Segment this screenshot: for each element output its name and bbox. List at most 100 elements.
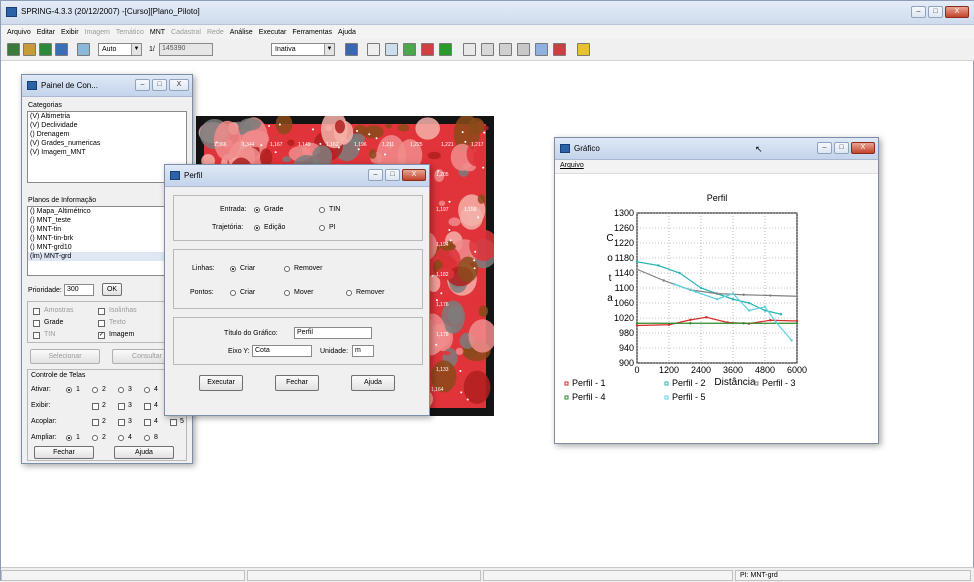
entrada-tin-radio[interactable] — [319, 207, 325, 213]
cursor-info-icon[interactable] — [345, 43, 358, 56]
prioridade-input[interactable]: 300 — [64, 284, 94, 296]
menu-executar[interactable]: Executar — [259, 29, 287, 36]
painel-ajuda-button[interactable]: Ajuda — [114, 446, 174, 459]
pencil-icon[interactable] — [55, 43, 68, 56]
perfil-ajuda-button[interactable]: Ajuda — [351, 375, 395, 391]
plano-item[interactable]: (lm) MNT-grd — [28, 252, 186, 261]
close-button[interactable]: X — [402, 169, 426, 181]
menu-tematico[interactable]: Temático — [116, 29, 144, 36]
categoria-item[interactable]: (V) Imagem_MNT — [28, 148, 186, 157]
plano-item[interactable]: () MNT-tin-brk — [28, 234, 186, 243]
painel-fechar-button[interactable]: Fechar — [34, 446, 94, 459]
maximize-button[interactable]: □ — [385, 169, 400, 181]
categoria-item[interactable]: (V) Grades_numericas — [28, 139, 186, 148]
pontos-mover-radio[interactable] — [284, 290, 290, 296]
trajetoria-edicao-radio[interactable] — [254, 225, 260, 231]
categoria-item[interactable]: (V) Declividade — [28, 121, 186, 130]
zoom-area-icon[interactable] — [499, 43, 512, 56]
close-button[interactable]: X — [169, 79, 189, 91]
close-button[interactable]: X — [851, 142, 875, 154]
stop-icon[interactable] — [421, 43, 434, 56]
plano-item[interactable]: () MNT-tin — [28, 225, 186, 234]
plano-item[interactable]: () Mapa_Altimétrico — [28, 207, 186, 216]
maximize-button[interactable]: □ — [834, 142, 849, 154]
scale-value-input[interactable]: 145390 — [159, 43, 213, 56]
acoplar-checkbox[interactable] — [92, 419, 99, 426]
acoplar-checkbox[interactable] — [170, 419, 177, 426]
exibir-checkbox[interactable] — [92, 403, 99, 410]
ruler-icon[interactable] — [439, 43, 452, 56]
ampliar-radio[interactable] — [92, 435, 98, 441]
menu-imagem[interactable]: Imagem — [85, 29, 110, 36]
amostras-checkbox[interactable] — [33, 308, 40, 315]
measure-icon[interactable] — [403, 43, 416, 56]
imagem-checkbox[interactable]: ✓ — [98, 332, 105, 339]
menu-editar[interactable]: Editar — [37, 29, 55, 36]
menu-rede[interactable]: Rede — [207, 29, 224, 36]
ampliar-radio[interactable] — [66, 435, 72, 441]
menu-exibir[interactable]: Exibir — [61, 29, 79, 36]
linhas-criar-radio[interactable] — [230, 266, 236, 272]
pontos-remover-radio[interactable] — [346, 290, 352, 296]
menu-ferramentas[interactable]: Ferramentas — [292, 29, 332, 36]
eixoy-input[interactable]: Cota — [252, 345, 312, 357]
zoom-out-icon[interactable] — [481, 43, 494, 56]
ativar-radio[interactable] — [66, 387, 72, 393]
menu-analise[interactable]: Análise — [230, 29, 253, 36]
close-button[interactable]: X — [945, 6, 969, 18]
ativar-radio[interactable] — [118, 387, 124, 393]
ampliar-radio[interactable] — [144, 435, 150, 441]
exibir-checkbox[interactable] — [118, 403, 125, 410]
ativar-radio[interactable] — [92, 387, 98, 393]
grafico-menu-arquivo[interactable]: Arquivo — [560, 162, 584, 169]
zoom-icon[interactable] — [77, 43, 90, 56]
isolinhas-checkbox[interactable] — [98, 308, 105, 315]
draw-icon[interactable] — [39, 43, 52, 56]
texto-checkbox[interactable] — [98, 320, 105, 327]
ampliar-radio[interactable] — [118, 435, 124, 441]
planos-list[interactable]: () Mapa_Altimétrico() MNT_teste() MNT-ti… — [27, 206, 187, 276]
zoom-in-icon[interactable] — [463, 43, 476, 56]
selecionar-button[interactable]: Selecionar — [30, 349, 100, 364]
back-icon[interactable] — [535, 43, 548, 56]
tin-checkbox[interactable] — [33, 332, 40, 339]
menu-arquivo[interactable]: Arquivo — [7, 29, 31, 36]
grade-checkbox[interactable] — [33, 320, 40, 327]
menu-ajuda[interactable]: Ajuda — [338, 29, 356, 36]
help-icon[interactable] — [577, 43, 590, 56]
minimize-button[interactable]: – — [368, 169, 383, 181]
ok-button[interactable]: OK — [102, 283, 122, 296]
linhas-remover-radio[interactable] — [284, 266, 290, 272]
maximize-button[interactable]: □ — [928, 6, 943, 18]
pontos-criar-radio[interactable] — [230, 290, 236, 296]
ativar-radio[interactable] — [144, 387, 150, 393]
executar-button[interactable]: Executar — [199, 375, 243, 391]
maximize-button[interactable]: □ — [152, 79, 167, 91]
perfil-fechar-button[interactable]: Fechar — [275, 375, 319, 391]
categoria-item[interactable]: () Drenagem — [28, 130, 186, 139]
home-icon[interactable] — [553, 43, 566, 56]
trajetoria-pi-radio[interactable] — [319, 225, 325, 231]
mode-select[interactable]: Inativa ▼ — [271, 43, 335, 56]
acoplar-checkbox[interactable] — [118, 419, 125, 426]
categorias-list[interactable]: (V) Altimetria (V) Declividade() Drenagem… — [27, 111, 187, 183]
acoplar-checkbox[interactable] — [144, 419, 151, 426]
entrada-grade-radio[interactable] — [254, 207, 260, 213]
menu-cadastral[interactable]: Cadastral — [171, 29, 201, 36]
plano-item[interactable]: () MNT_teste — [28, 216, 186, 225]
categoria-item[interactable]: (V) Altimetria — [28, 112, 186, 121]
menu-mnt[interactable]: MNT — [150, 29, 165, 36]
scale-mode-select[interactable]: Auto ▼ — [98, 43, 142, 56]
layers-icon[interactable] — [23, 43, 36, 56]
crosshair-icon[interactable] — [385, 43, 398, 56]
zoom-full-icon[interactable] — [517, 43, 530, 56]
plano-item[interactable]: () MNT-grd10 — [28, 243, 186, 252]
titulo-input[interactable]: Perfil — [294, 327, 372, 339]
unidade-input[interactable]: m — [352, 345, 374, 357]
display-icon[interactable] — [7, 43, 20, 56]
pan-icon[interactable] — [367, 43, 380, 56]
minimize-button[interactable]: – — [135, 79, 150, 91]
minimize-button[interactable]: – — [817, 142, 832, 154]
exibir-checkbox[interactable] — [144, 403, 151, 410]
minimize-button[interactable]: – — [911, 6, 926, 18]
